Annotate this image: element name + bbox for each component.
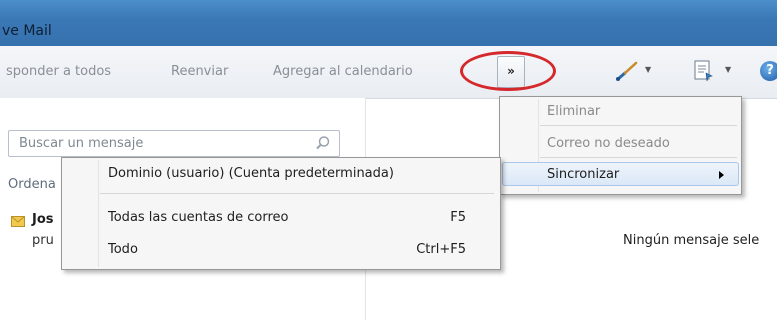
message-sender[interactable]: Jos [32, 212, 54, 227]
message-preview[interactable]: pru [32, 233, 54, 248]
window-title: ve Mail [2, 23, 52, 39]
reading-pane-empty-text: Ningún mensaje sele [623, 233, 760, 248]
sync-submenu: Dominio (usuario) (Cuenta predeterminada… [61, 157, 501, 270]
menu-separator [540, 157, 737, 158]
document-view-dropdown-icon[interactable]: ▼ [725, 65, 731, 74]
highlight-circle [460, 51, 556, 91]
forward-button[interactable]: Reenviar [171, 64, 228, 79]
toolbar: sponder a todos Reenviar Agregar al cale… [0, 46, 777, 99]
sort-label[interactable]: Ordena [8, 177, 56, 192]
envelope-icon [11, 216, 25, 231]
menu-item-label: Correo no deseado [547, 136, 670, 151]
menu-item-all-accounts[interactable]: Todas las cuentas de correo F5 [62, 206, 500, 230]
menu-separator [540, 125, 737, 126]
menu-item-sincronizar[interactable]: Sincronizar [502, 162, 739, 186]
menu-item-shortcut: Ctrl+F5 [416, 242, 466, 257]
reply-all-button[interactable]: sponder a todos [6, 64, 111, 79]
title-bar: ve Mail [0, 0, 777, 46]
menu-item-label: Dominio (usuario) (Cuenta predeterminada… [108, 166, 394, 181]
menu-item-label: Sincronizar [547, 167, 620, 182]
menu-item-label: Todo [108, 242, 138, 257]
paintbrush-icon[interactable] [614, 60, 642, 86]
help-icon[interactable]: ? [760, 61, 777, 81]
search-input[interactable]: Buscar un mensaje [8, 130, 340, 157]
menu-item-label: Todas las cuentas de correo [108, 210, 289, 225]
menu-separator [100, 193, 494, 194]
search-placeholder: Buscar un mensaje [19, 136, 144, 151]
add-to-calendar-button[interactable]: Agregar al calendario [273, 64, 413, 79]
menu-item-correo-no-deseado[interactable]: Correo no deseado [500, 132, 741, 156]
document-view-icon[interactable] [692, 59, 716, 87]
paintbrush-dropdown-icon[interactable]: ▼ [645, 65, 651, 74]
menu-item-label: Eliminar [547, 104, 601, 119]
submenu-arrow-icon [719, 171, 724, 179]
more-commands-menu: Eliminar Correo no deseado Sincronizar [499, 96, 742, 195]
search-icon[interactable] [315, 135, 331, 155]
menu-item-eliminar[interactable]: Eliminar [500, 100, 741, 124]
menu-item-shortcut: F5 [450, 210, 466, 225]
menu-item-default-account[interactable]: Dominio (usuario) (Cuenta predeterminada… [62, 162, 500, 186]
menu-item-all[interactable]: Todo Ctrl+F5 [62, 238, 500, 262]
